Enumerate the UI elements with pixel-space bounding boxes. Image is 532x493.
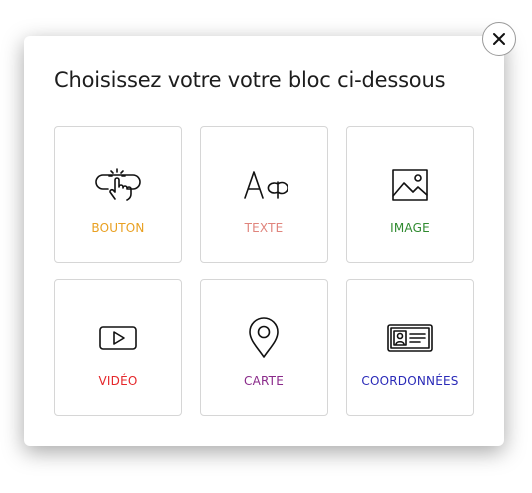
dialog-title: Choisissez votre votre bloc ci-dessous: [54, 68, 446, 92]
block-label: IMAGE: [390, 221, 430, 235]
block-label: CARTE: [244, 374, 284, 388]
block-label: TEXTE: [244, 221, 284, 235]
block-button-tile[interactable]: BOUTON: [54, 126, 182, 263]
tap-button-icon: [55, 163, 181, 207]
block-text-tile[interactable]: TEXTE: [200, 126, 328, 263]
block-label: COORDONNÉES: [361, 374, 459, 388]
block-picker-dialog: Choisissez votre votre bloc ci-dessous B…: [24, 36, 504, 446]
block-label: VIDÉO: [98, 374, 138, 388]
video-play-icon: [55, 316, 181, 360]
block-contact-tile[interactable]: COORDONNÉES: [346, 279, 474, 416]
map-pin-icon: [201, 316, 327, 360]
id-card-icon: [347, 316, 473, 360]
block-video-tile[interactable]: VIDÉO: [54, 279, 182, 416]
block-map-tile[interactable]: CARTE: [200, 279, 328, 416]
block-image-tile[interactable]: IMAGE: [346, 126, 474, 263]
close-icon: [492, 32, 506, 46]
block-label: BOUTON: [91, 221, 145, 235]
image-icon: [347, 163, 473, 207]
block-grid: BOUTON TEXTE IMAGE VIDÉO CARTE COORDONNÉ…: [54, 126, 474, 416]
close-button[interactable]: [482, 22, 516, 56]
text-aa-icon: [201, 163, 327, 207]
